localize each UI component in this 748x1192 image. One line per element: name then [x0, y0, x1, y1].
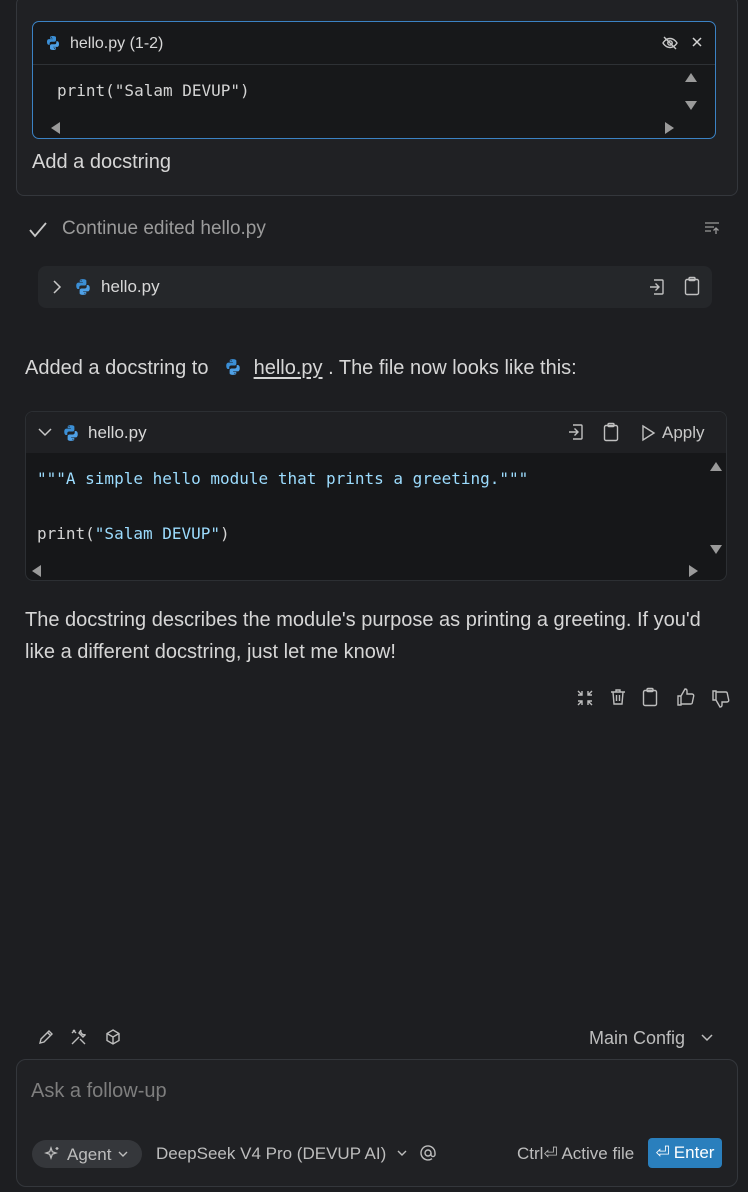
- pencil-icon[interactable]: [37, 1028, 55, 1046]
- insert-icon[interactable]: [648, 277, 666, 297]
- intro-text-after: . The file now looks like this:: [328, 357, 577, 379]
- tools-icon[interactable]: [70, 1028, 88, 1046]
- agent-label: Agent: [67, 1145, 112, 1164]
- model-selector[interactable]: DeepSeek V4 Pro (DEVUP AI): [156, 1144, 407, 1164]
- scroll-down-arrow[interactable]: [684, 98, 698, 116]
- code-line: print("Salam DEVUP"): [37, 524, 230, 543]
- chevron-down-icon: [118, 1150, 128, 1158]
- intro-text-before: Added a docstring to: [25, 357, 209, 379]
- thumbs-down-icon[interactable]: [711, 689, 731, 709]
- chevron-down-icon: [700, 1033, 714, 1043]
- apply-button[interactable]: Apply: [662, 423, 705, 443]
- check-icon: [28, 221, 48, 239]
- file-link[interactable]: hello.py: [254, 357, 323, 379]
- followup-input-card: Agent DeepSeek V4 Pro (DEVUP AI) Ctrl⏎ A…: [16, 1059, 738, 1187]
- compress-icon[interactable]: [575, 688, 595, 708]
- chevron-down-icon[interactable]: [37, 425, 53, 439]
- at-mention-icon[interactable]: [419, 1144, 437, 1162]
- python-icon: [62, 424, 80, 442]
- collapse-all-icon[interactable]: [704, 220, 720, 236]
- enter-button[interactable]: ⏎ Enter: [648, 1138, 722, 1168]
- followup-input[interactable]: [31, 1080, 631, 1103]
- scroll-left-arrow[interactable]: [50, 121, 62, 138]
- edited-file-chip[interactable]: hello.py: [38, 266, 712, 308]
- config-selector[interactable]: Main Config: [589, 1028, 714, 1049]
- tool-status-text: Continue edited hello.py: [62, 218, 266, 239]
- python-icon: [224, 358, 242, 376]
- assistant-intro: Added a docstring to hello.py . The file…: [25, 357, 577, 380]
- edited-file-name: hello.py: [101, 277, 160, 296]
- close-icon[interactable]: [689, 34, 705, 50]
- chevron-down-icon: [397, 1149, 407, 1157]
- enter-label: Enter: [673, 1143, 715, 1162]
- model-label: DeepSeek V4 Pro (DEVUP AI): [156, 1144, 387, 1163]
- code-block-header: hello.py Apply: [26, 412, 726, 453]
- config-label: Main Config: [589, 1028, 686, 1048]
- scroll-left-arrow[interactable]: [31, 564, 43, 580]
- eye-off-icon[interactable]: [661, 34, 679, 52]
- python-icon: [45, 35, 61, 51]
- thumbs-up-icon[interactable]: [676, 687, 696, 707]
- python-icon: [74, 278, 92, 296]
- cube-icon[interactable]: [104, 1028, 122, 1046]
- context-code-line: print("Salam DEVUP"): [57, 81, 250, 100]
- copy-icon[interactable]: [602, 422, 620, 442]
- code-line: """A simple hello module that prints a g…: [37, 469, 529, 488]
- assistant-closing-text: The docstring describes the module's pur…: [25, 609, 701, 663]
- user-message-text: Add a docstring: [32, 151, 171, 173]
- scroll-down-arrow[interactable]: [709, 542, 723, 560]
- sparkle-icon: [44, 1146, 60, 1162]
- code-block-filename: hello.py: [88, 423, 147, 442]
- active-file-shortcut[interactable]: Ctrl⏎ Active file: [517, 1144, 634, 1164]
- play-icon[interactable]: [640, 424, 656, 442]
- context-block-title: hello.py (1-2): [70, 35, 164, 52]
- insert-icon[interactable]: [567, 422, 585, 442]
- context-code-block[interactable]: hello.py (1-2) print("Salam DEVUP"): [32, 21, 716, 139]
- scroll-up-arrow[interactable]: [709, 460, 723, 478]
- context-block-header: hello.py (1-2): [33, 22, 715, 65]
- agent-mode-selector[interactable]: Agent: [32, 1140, 142, 1168]
- copy-icon[interactable]: [683, 276, 701, 296]
- copy-icon[interactable]: [641, 687, 659, 707]
- scroll-right-arrow[interactable]: [687, 564, 699, 580]
- scroll-right-arrow[interactable]: [663, 121, 675, 138]
- chevron-right-icon[interactable]: [51, 279, 63, 295]
- code-block[interactable]: hello.py Apply """A simple hello module …: [25, 411, 727, 581]
- trash-icon[interactable]: [608, 687, 628, 707]
- scroll-up-arrow[interactable]: [684, 71, 698, 89]
- enter-glyph-icon: ⏎: [655, 1143, 670, 1162]
